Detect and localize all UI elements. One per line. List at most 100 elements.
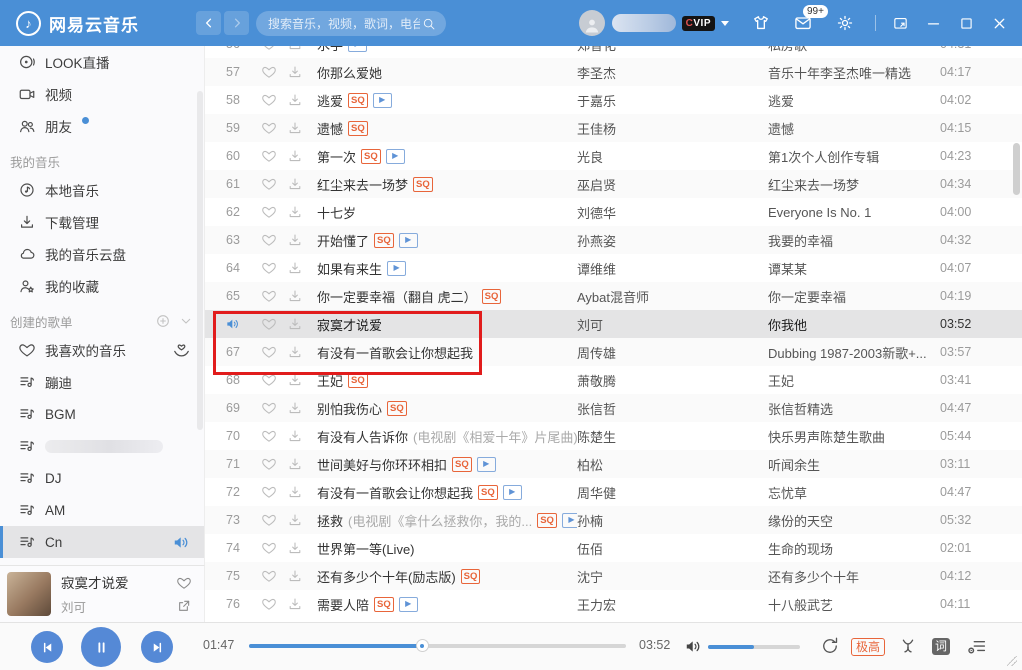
- mv-badge[interactable]: ▶: [477, 457, 496, 472]
- download-button[interactable]: [287, 344, 317, 360]
- like-button[interactable]: [261, 484, 287, 500]
- collapse-playlists-icon[interactable]: [178, 313, 194, 329]
- download-button[interactable]: [287, 120, 317, 136]
- like-button[interactable]: [261, 92, 287, 108]
- sidebar-item-我的收藏[interactable]: 我的收藏: [0, 270, 204, 302]
- song-artist[interactable]: 王力宏: [577, 595, 768, 614]
- search-icon[interactable]: [422, 17, 436, 31]
- download-button[interactable]: [287, 316, 317, 332]
- table-row[interactable]: 59遗憾SQ王佳杨遗憾04:15: [205, 114, 1022, 142]
- sidebar-item-LOOK直播[interactable]: LOOK直播: [0, 46, 204, 78]
- like-button[interactable]: [261, 400, 287, 416]
- mv-badge[interactable]: ▶: [399, 233, 418, 248]
- mv-badge[interactable]: ▶: [387, 261, 406, 276]
- back-button[interactable]: [196, 11, 221, 35]
- table-row[interactable]: 73拯救 (电视剧《拿什么拯救你，我的...SQ▶孙楠缘份的天空05:32: [205, 506, 1022, 534]
- song-artist[interactable]: 刘德华: [577, 203, 768, 222]
- song-album[interactable]: 十八般武艺: [768, 595, 940, 614]
- download-button[interactable]: [287, 484, 317, 500]
- sidebar-item-pl3[interactable]: [0, 430, 204, 462]
- song-artist[interactable]: 周华健: [577, 483, 768, 502]
- lyrics-button[interactable]: 词: [932, 638, 950, 655]
- album-art[interactable]: [7, 572, 51, 616]
- song-artist[interactable]: 巫启贤: [577, 175, 768, 194]
- now-playing-panel[interactable]: 寂寞才说爱 刘可: [0, 565, 205, 622]
- song-album[interactable]: 张信哲精选: [768, 399, 940, 418]
- table-row[interactable]: 69别怕我伤心SQ张信哲张信哲精选04:47: [205, 394, 1022, 422]
- like-button[interactable]: [261, 428, 287, 444]
- add-playlist-button[interactable]: [155, 313, 171, 329]
- close-button[interactable]: [991, 15, 1008, 32]
- sidebar-item-蹦迪[interactable]: 蹦迪: [0, 366, 204, 398]
- like-button[interactable]: [261, 344, 287, 360]
- sidebar-item-本地音乐[interactable]: 本地音乐: [0, 174, 204, 206]
- download-button[interactable]: [287, 400, 317, 416]
- progress-bar[interactable]: [249, 644, 626, 648]
- volume-icon[interactable]: [684, 637, 703, 656]
- list-scrollbar[interactable]: [1013, 143, 1020, 195]
- song-artist[interactable]: 郑智化: [577, 46, 768, 54]
- heart-hands-icon[interactable]: [172, 341, 191, 360]
- song-album[interactable]: 逃爱: [768, 91, 940, 110]
- table-row[interactable]: 60第一次SQ▶光良第1次个人创作专辑04:23: [205, 142, 1022, 170]
- song-artist[interactable]: 刘可: [577, 315, 768, 334]
- song-album[interactable]: 红尘来去一场梦: [768, 175, 940, 194]
- username-blurred[interactable]: [612, 14, 676, 32]
- like-button[interactable]: [261, 176, 287, 192]
- forward-button[interactable]: [224, 11, 249, 35]
- download-button[interactable]: [287, 288, 317, 304]
- song-artist[interactable]: 沈宁: [577, 567, 768, 586]
- song-album[interactable]: 遗憾: [768, 119, 940, 138]
- quality-badge[interactable]: 极高: [851, 638, 885, 656]
- share-button[interactable]: [176, 598, 192, 614]
- like-button[interactable]: [261, 46, 287, 52]
- volume-slider[interactable]: [708, 645, 800, 649]
- like-button[interactable]: [261, 120, 287, 136]
- progress-thumb[interactable]: [416, 639, 429, 652]
- song-artist[interactable]: 伍佰: [577, 539, 768, 558]
- song-album[interactable]: Dubbing 1987-2003新歌+...: [768, 343, 940, 362]
- song-album[interactable]: 忘忧草: [768, 483, 940, 502]
- speaker-icon[interactable]: [172, 533, 191, 552]
- previous-button[interactable]: [31, 631, 63, 663]
- table-row[interactable]: 61红尘来去一场梦SQ巫启贤红尘来去一场梦04:34: [205, 170, 1022, 198]
- sidebar-item-我的音乐云盘[interactable]: 我的音乐云盘: [0, 238, 204, 270]
- resize-handle[interactable]: [1007, 656, 1017, 666]
- table-row[interactable]: 75还有多少个十年(励志版)SQ沈宁还有多少个十年04:12: [205, 562, 1022, 590]
- sidebar-item-BGM[interactable]: BGM: [0, 398, 204, 430]
- theme-skin-icon[interactable]: [751, 13, 771, 33]
- song-album[interactable]: 私房歌: [768, 46, 940, 54]
- song-artist[interactable]: 王佳杨: [577, 119, 768, 138]
- song-album[interactable]: 音乐十年李圣杰唯一精选: [768, 63, 940, 82]
- song-artist[interactable]: 萧敬腾: [577, 371, 768, 390]
- song-album[interactable]: Everyone Is No. 1: [768, 205, 940, 220]
- song-artist[interactable]: 谭维维: [577, 259, 768, 278]
- download-button[interactable]: [287, 148, 317, 164]
- download-button[interactable]: [287, 596, 317, 612]
- table-row[interactable]: 65你一定要幸福（翻自 虎二）SQAybat混音师你一定要幸福04:19: [205, 282, 1022, 310]
- download-button[interactable]: [287, 372, 317, 388]
- table-row[interactable]: 74世界第一等(Live)伍佰生命的现场02:01: [205, 534, 1022, 562]
- download-button[interactable]: [287, 512, 317, 528]
- sidebar-item-Cn[interactable]: Cn: [0, 526, 204, 558]
- table-row[interactable]: 寂寞才说爱刘可你我他03:52: [205, 310, 1022, 338]
- table-row[interactable]: 72有没有一首歌会让你想起我SQ▶周华健忘忧草04:47: [205, 478, 1022, 506]
- like-button[interactable]: [261, 204, 287, 220]
- like-button[interactable]: [261, 568, 287, 584]
- table-row[interactable]: 62十七岁刘德华Everyone Is No. 104:00: [205, 198, 1022, 226]
- table-row[interactable]: 71世间美好与你环环相扣SQ▶柏松听闻余生03:11: [205, 450, 1022, 478]
- table-row[interactable]: 57你那么爱她李圣杰音乐十年李圣杰唯一精选04:17: [205, 58, 1022, 86]
- sidebar-scrollbar[interactable]: [197, 91, 203, 430]
- like-button[interactable]: [176, 575, 192, 591]
- sidebar-item-我喜欢的音乐[interactable]: 我喜欢的音乐: [0, 334, 204, 366]
- song-album[interactable]: 生命的现场: [768, 539, 940, 558]
- sidebar-item-DJ[interactable]: DJ: [0, 462, 204, 494]
- download-button[interactable]: [287, 260, 317, 276]
- download-button[interactable]: [287, 456, 317, 472]
- sidebar-item-AM[interactable]: AM: [0, 494, 204, 526]
- search-input[interactable]: [266, 16, 422, 32]
- table-row[interactable]: 58逃爱SQ▶于嘉乐逃爱04:02: [205, 86, 1022, 114]
- song-album[interactable]: 王妃: [768, 371, 940, 390]
- download-button[interactable]: [287, 176, 317, 192]
- messages-button[interactable]: 99+: [793, 13, 813, 33]
